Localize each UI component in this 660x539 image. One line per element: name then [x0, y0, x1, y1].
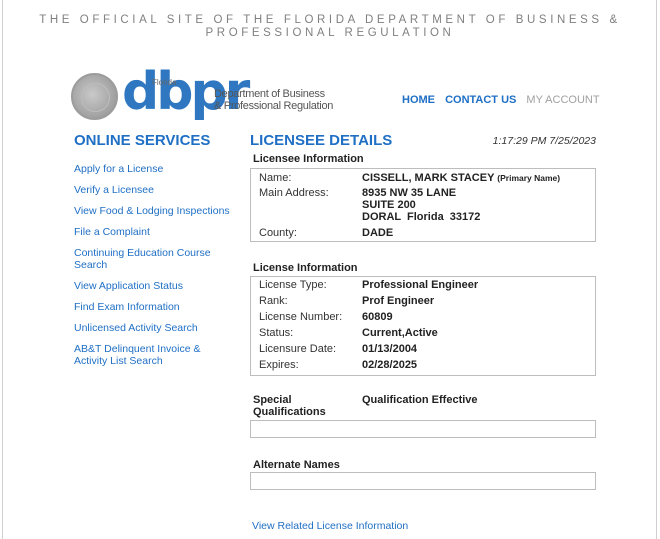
license-info-heading: License Information: [253, 262, 358, 274]
nav-home-link[interactable]: HOME: [402, 94, 435, 106]
address-label: Main Address:: [259, 187, 329, 199]
page-title: LICENSEE DETAILS: [250, 132, 393, 149]
sidebar-link-food-lodging[interactable]: View Food & Lodging Inspections: [74, 205, 234, 217]
county-label: County:: [259, 227, 297, 239]
sidebar-link-application-status[interactable]: View Application Status: [74, 280, 234, 292]
license-info-box: License Type: Professional Engineer Rank…: [250, 276, 596, 376]
sidebar-item: Apply for a License: [74, 163, 234, 175]
sidebar-item: Verify a Licensee: [74, 184, 234, 196]
view-related-license-link[interactable]: View Related License Information: [252, 520, 408, 532]
name-value: CISSELL, MARK STACEY (Primary Name): [362, 172, 560, 184]
special-qualifications-box: [250, 420, 596, 438]
sidebar-item: View Food & Lodging Inspections: [74, 205, 234, 217]
sidebar-item: View Application Status: [74, 280, 234, 292]
name-label: Name:: [259, 172, 292, 184]
sidebar-link-file-complaint[interactable]: File a Complaint: [74, 226, 234, 238]
sidebar-item: File a Complaint: [74, 226, 234, 238]
florida-seal-logo: [71, 73, 118, 120]
sidebar-link-exam-info[interactable]: Find Exam Information: [74, 301, 234, 313]
department-name: Department of Business & Professional Re…: [214, 88, 333, 112]
sidebar-item: AB&T Delinquent Invoice & Activity List …: [74, 343, 234, 367]
logo-florida-text: Florida: [152, 78, 177, 87]
licensure-date-label: Licensure Date:: [259, 343, 337, 355]
alternate-names-box: [250, 472, 596, 490]
site-title-line2: PROFESSIONAL REGULATION: [205, 27, 455, 39]
license-type-value: Professional Engineer: [362, 279, 479, 291]
sidebar-link-ce-course-search[interactable]: Continuing Education Course Search: [74, 247, 234, 271]
license-type-label: License Type:: [259, 279, 327, 291]
nav-contact-link[interactable]: CONTACT US: [445, 94, 516, 106]
licensee-info-box: Name: CISSELL, MARK STACEY (Primary Name…: [250, 168, 596, 242]
address-value: 8935 NW 35 LANE SUITE 200 DORAL Florida …: [362, 187, 480, 223]
top-navigation: HOME CONTACT US MY ACCOUNT: [402, 94, 607, 106]
department-name-line2: & Professional Regulation: [214, 100, 334, 112]
licensee-info-heading: Licensee Information: [253, 153, 364, 165]
sidebar-link-verify-licensee[interactable]: Verify a Licensee: [74, 184, 234, 196]
sidebar-link-abt-delinquent[interactable]: AB&T Delinquent Invoice & Activity List …: [74, 343, 234, 367]
status-label: Status:: [259, 327, 294, 339]
sidebar-link-unlicensed-activity[interactable]: Unlicensed Activity Search: [74, 322, 234, 334]
address-line1: 8935 NW 35 LANE: [362, 187, 457, 199]
nav-my-account-link[interactable]: MY ACCOUNT: [526, 94, 599, 106]
site-title-line1: THE OFFICIAL SITE OF THE FLORIDA DEPARTM…: [39, 14, 621, 26]
sidebar-menu: Apply for a License Verify a Licensee Vi…: [74, 163, 234, 376]
special-qualifications-label: Special Qualifications: [253, 394, 326, 418]
licensure-date-value: 01/13/2004: [362, 343, 418, 355]
license-number-label: License Number:: [259, 311, 343, 323]
alternate-names-label: Alternate Names: [253, 459, 340, 471]
site-title: THE OFFICIAL SITE OF THE FLORIDA DEPARTM…: [0, 14, 660, 40]
sidebar-item: Unlicensed Activity Search: [74, 322, 234, 334]
address-line3: DORAL Florida 33172: [362, 211, 481, 223]
primary-name-tag: (Primary Name): [497, 173, 561, 183]
sidebar-item: Continuing Education Course Search: [74, 247, 234, 271]
department-name-line1: Department of Business: [214, 88, 325, 100]
rank-label: Rank:: [259, 295, 288, 307]
licensee-name: CISSELL, MARK STACEY: [362, 172, 495, 184]
sidebar-link-apply-license[interactable]: Apply for a License: [74, 163, 234, 175]
timestamp: 1:17:29 PM 7/25/2023: [492, 135, 596, 147]
sidebar-item: Find Exam Information: [74, 301, 234, 313]
county-value: DADE: [362, 227, 394, 239]
sidebar-title: ONLINE SERVICES: [74, 132, 211, 149]
license-number-value: 60809: [362, 311, 393, 323]
expires-value: 02/28/2025: [362, 359, 418, 371]
rank-value: Prof Engineer: [362, 295, 435, 307]
expires-label: Expires:: [259, 359, 299, 371]
address-line2: SUITE 200: [362, 199, 416, 211]
status-value: Current,Active: [362, 327, 438, 339]
qualification-effective-label: Qualification Effective: [362, 394, 478, 406]
